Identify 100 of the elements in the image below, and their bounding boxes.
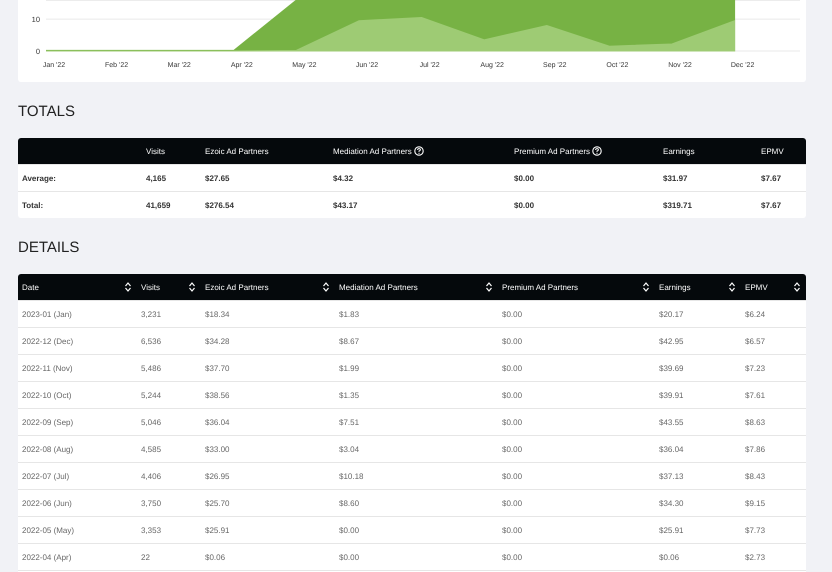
table-cell-text: $0.00 [501,552,524,562]
table-cell-text: $0.00 [501,444,524,454]
table-cell-text: $6.57 [744,336,766,346]
table-cell-text: $27.65 [204,174,230,182]
table-cell-text: $3.04 [338,444,360,454]
table-cell-text: 4,585 [140,444,162,454]
table-cell-text: $37.13 [658,472,684,480]
table-cell-text: 5,046 [140,418,162,426]
sort-icon[interactable] [794,282,800,292]
table-cell-text: $38.56 [204,390,230,400]
table-cell-text: $0.00 [501,364,524,372]
table-cell-text: 3,231 [140,310,162,318]
section-title: DETAILS [18,238,80,258]
table-cell-text: $1.83 [338,310,360,318]
table-cell-text: $7.61 [744,390,766,400]
table-cell-text: $0.00 [501,472,524,480]
table-cell-text: $25.91 [204,526,230,534]
table-cell-text: 3,353 [140,526,162,534]
column-header: Premium Ad Partners [514,146,590,156]
table-cell-text: 2022-09 (Sep) [21,418,74,426]
column-header[interactable]: Earnings [659,282,691,292]
table-cell-text: 2022-12 (Dec) [21,336,74,346]
sort-icon[interactable] [486,282,492,292]
table-cell-text: 6,536 [140,336,162,346]
help-icon[interactable] [592,146,602,156]
table-cell-text: 5,244 [140,390,162,400]
table-cell-text: $36.04 [204,418,230,426]
table-cell-text: $0.06 [204,552,226,562]
section-title: TOTALS [18,102,76,122]
column-header[interactable]: Ezoic Ad Partners [205,282,269,292]
table-cell-text: $0.00 [501,418,524,426]
table-cell-text: $319.71 [662,200,693,210]
table-cell-text: $39.91 [658,390,684,400]
table-cell-text: 2022-05 (May) [21,526,76,534]
table-cell-text: $37.70 [204,364,230,372]
table-cell-text: $7.67 [760,200,782,210]
row-label: Average: [21,174,57,182]
table-cell-text: $0.00 [501,498,524,508]
table-cell-text: $0.00 [501,310,524,318]
table-cell-text: 2023-01 (Jan) [21,310,73,318]
sort-icon[interactable] [189,282,195,292]
table-cell-text: $33.00 [204,444,230,454]
column-header[interactable]: Visits [141,282,160,292]
table-cell-text: $18.34 [204,310,230,318]
table-cell-text: $7.86 [744,444,766,454]
table-cell-text: $9.15 [744,498,766,508]
table-cell-text: 2022-07 (Jul) [21,472,70,480]
table-cell-text: $34.28 [204,336,230,346]
table-cell-text: $8.63 [744,418,766,426]
table-cell-text: 22 [140,552,151,562]
table-cell-text: 3,750 [140,498,162,508]
row-label: Total: [21,200,44,210]
table-cell-text: $0.00 [513,174,536,182]
table-cell-text: 4,165 [145,174,168,182]
table-cell-text: $0.00 [338,526,360,534]
table-cell-text: $43.17 [332,200,358,210]
sort-icon[interactable] [643,282,649,292]
table-cell-text: $0.00 [338,552,360,562]
table-cell-text: $10.18 [338,472,364,480]
table-cell-text: $0.06 [658,552,680,562]
column-header: EPMV [761,146,784,156]
table-cell-text: 2022-08 (Aug) [21,444,74,454]
table-cell-text: $43.55 [658,418,684,426]
table-cell-text: $0.00 [501,336,524,346]
table-cell-text: 2022-06 (Jun) [21,498,73,508]
table-cell-text: $8.67 [338,336,360,346]
table-cell-text: $7.73 [744,526,766,534]
column-header: Ezoic Ad Partners [205,146,269,156]
help-icon[interactable] [414,146,424,156]
table-cell-text: $25.91 [658,526,684,534]
table-cell-text: $8.43 [744,472,766,480]
column-header: Mediation Ad Partners [333,146,412,156]
sort-icon[interactable] [125,282,131,292]
table-cell-text: $25.70 [204,498,230,508]
table-cell-text: $8.60 [338,498,360,508]
table-cell-text: $1.99 [338,364,360,372]
sort-icon[interactable] [729,282,735,292]
column-header[interactable]: Premium Ad Partners [502,282,578,292]
table-cell-text: $0.00 [501,526,524,534]
table-cell-text: $6.24 [744,310,766,318]
column-header[interactable]: EPMV [745,282,768,292]
table-cell-text: $1.35 [338,390,360,400]
table-cell-text: $39.69 [658,364,684,372]
table-cell-text: $0.00 [513,200,536,210]
table-cell-text: $31.97 [662,174,688,182]
table-cell-text: $7.67 [760,174,782,182]
table-cell-text: $26.95 [204,472,230,480]
column-header[interactable]: Mediation Ad Partners [339,282,418,292]
column-header: Visits [146,146,165,156]
table-cell-text: $36.04 [658,444,684,454]
table-cell-text: $7.51 [338,418,360,426]
table-cell-text: 2022-11 (Nov) [21,364,74,372]
table-cell-text: $42.95 [658,336,684,346]
table-cell-text: 4,406 [140,472,162,480]
table-cell-text: $7.23 [744,364,766,372]
table-cell-text: 41,659 [145,200,172,210]
sort-icon[interactable] [323,282,329,292]
column-header[interactable]: Date [22,282,39,292]
table-cell-text: $34.30 [658,498,684,508]
table-cell-text: 2022-04 (Apr) [21,552,72,562]
